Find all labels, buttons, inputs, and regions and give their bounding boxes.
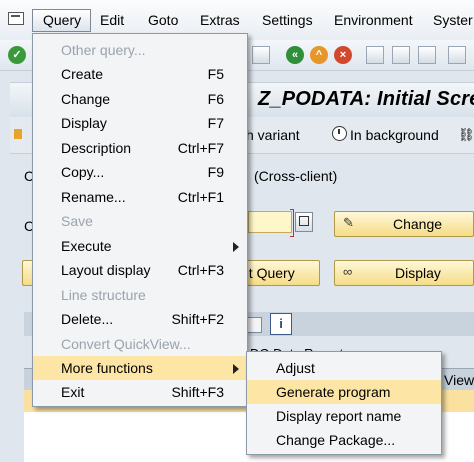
menu-item-label: Exit: [61, 384, 85, 400]
query-menu: Other query... Create F5 Change F6 Displ…: [32, 33, 248, 407]
menu-item-shortcut: Shift+F3: [171, 384, 224, 400]
menu-item-label: Save: [61, 213, 93, 229]
menu-item-shortcut: Ctrl+F1: [177, 189, 224, 205]
save-icon[interactable]: [252, 46, 270, 64]
menu-edit-label: Edit: [100, 12, 125, 28]
menu-query-label: Query: [43, 12, 82, 28]
display-button-label: Display: [395, 265, 441, 281]
chain-icon[interactable]: ⛓: [458, 127, 474, 143]
menu-extras-label: Extras: [200, 12, 240, 28]
menu-item-change[interactable]: Change F6: [33, 87, 247, 111]
back-icon[interactable]: «: [286, 46, 304, 64]
submenu-item-display-report-name[interactable]: Display report name: [247, 404, 441, 428]
submenu-item-change-package[interactable]: Change Package...: [247, 428, 441, 452]
menu-item-other-query: Other query...: [33, 38, 247, 62]
menu-item-shortcut: F7: [207, 115, 224, 131]
system-menu-icon[interactable]: [8, 12, 24, 25]
menu-item-shortcut: Ctrl+F7: [177, 140, 224, 156]
menu-item-label: Delete...: [61, 311, 114, 327]
menu-item-rename[interactable]: Rename... Ctrl+F1: [33, 185, 247, 209]
menu-goto-label: Goto: [148, 12, 179, 28]
glasses-icon: ∞: [343, 264, 353, 279]
submenu-arrow-icon: [233, 364, 239, 374]
menu-extras[interactable]: Extras: [200, 12, 240, 28]
info-icon[interactable]: i: [270, 313, 292, 335]
menu-item-label: Line structure: [61, 287, 146, 303]
execute-icon[interactable]: [14, 129, 22, 139]
submenu-item-label: Change Package...: [276, 432, 396, 448]
change-button[interactable]: ✎ Change: [334, 211, 474, 237]
menu-system-label: Syster: [433, 12, 473, 28]
menu-item-label: Copy...: [61, 164, 105, 180]
menu-item-delete[interactable]: Delete... Shift+F2: [33, 307, 247, 331]
submenu-arrow-icon: [233, 242, 239, 252]
cancel-icon[interactable]: ×: [334, 46, 352, 64]
list-settings-icon[interactable]: [246, 317, 262, 333]
menu-item-shortcut: Shift+F2: [171, 311, 224, 327]
page-title: Z_PODATA: Initial Scre: [258, 88, 474, 110]
cross-client-label: (Cross-client): [254, 168, 338, 184]
menu-item-label: Change: [61, 91, 111, 107]
menu-item-label: Rename...: [61, 189, 126, 205]
set-query-button[interactable]: et Query: [236, 260, 320, 286]
menu-item-layout-display[interactable]: Layout display Ctrl+F3: [33, 258, 247, 282]
exit-icon[interactable]: ^: [310, 46, 328, 64]
submenu-item-label: Display report name: [276, 408, 402, 424]
find-icon[interactable]: [392, 46, 410, 64]
menu-edit[interactable]: Edit: [100, 12, 124, 28]
menu-item-label: Convert QuickView...: [61, 336, 191, 352]
menu-environment[interactable]: Environment: [334, 12, 413, 28]
print-icon[interactable]: [366, 46, 384, 64]
menu-system[interactable]: Syster: [433, 12, 473, 28]
menu-item-convert-quickview: Convert QuickView...: [33, 332, 247, 356]
in-background-button[interactable]: In background: [350, 127, 439, 143]
submenu-item-label: Adjust: [276, 360, 315, 376]
menu-item-label: Display: [61, 115, 107, 131]
menu-item-label: Execute: [61, 238, 112, 254]
menu-item-copy[interactable]: Copy... F9: [33, 160, 247, 184]
menu-item-label: More functions: [61, 360, 153, 376]
menu-item-label: Create: [61, 66, 104, 82]
menu-environment-label: Environment: [334, 12, 413, 28]
submenu-item-generate-program[interactable]: Generate program: [247, 380, 441, 404]
clock-icon: [332, 126, 347, 141]
with-variant-button[interactable]: h variant: [246, 127, 300, 143]
enter-icon[interactable]: ✓: [8, 46, 26, 64]
menu-item-label: Other query...: [61, 42, 146, 58]
menu-item-shortcut: F9: [207, 164, 224, 180]
submenu-item-adjust[interactable]: Adjust: [247, 356, 441, 380]
menu-item-label: Description: [61, 140, 132, 156]
menu-item-shortcut: F5: [207, 66, 224, 82]
menu-item-save: Save: [33, 209, 247, 233]
find-next-icon[interactable]: [418, 46, 436, 64]
view-column-header: View: [444, 372, 474, 388]
menu-item-shortcut: Ctrl+F3: [177, 262, 224, 278]
value-help-icon[interactable]: [295, 212, 313, 232]
set-query-label: et Query: [241, 265, 295, 281]
menu-item-execute[interactable]: Execute: [33, 234, 247, 258]
first-page-icon[interactable]: [448, 46, 466, 64]
menu-item-create[interactable]: Create F5: [33, 62, 247, 86]
menu-item-more-functions[interactable]: More functions: [33, 356, 247, 380]
more-functions-submenu: Adjust Generate program Display report n…: [246, 351, 442, 455]
menu-settings[interactable]: Settings: [262, 12, 313, 28]
query-input[interactable]: [248, 209, 294, 237]
menu-query[interactable]: Query: [32, 9, 92, 32]
menu-item-label: Layout display: [61, 262, 151, 278]
menu-item-line-structure: Line structure: [33, 283, 247, 307]
menu-settings-label: Settings: [262, 12, 313, 28]
menu-item-description[interactable]: Description Ctrl+F7: [33, 136, 247, 160]
pencil-icon: ✎: [343, 215, 354, 230]
menu-item-exit[interactable]: Exit Shift+F3: [33, 380, 247, 404]
change-button-label: Change: [393, 216, 443, 232]
menu-item-shortcut: F6: [207, 91, 224, 107]
menu-item-display[interactable]: Display F7: [33, 111, 247, 135]
submenu-item-label: Generate program: [276, 384, 391, 400]
menu-goto[interactable]: Goto: [148, 12, 178, 28]
display-button[interactable]: ∞ Display: [334, 260, 474, 286]
